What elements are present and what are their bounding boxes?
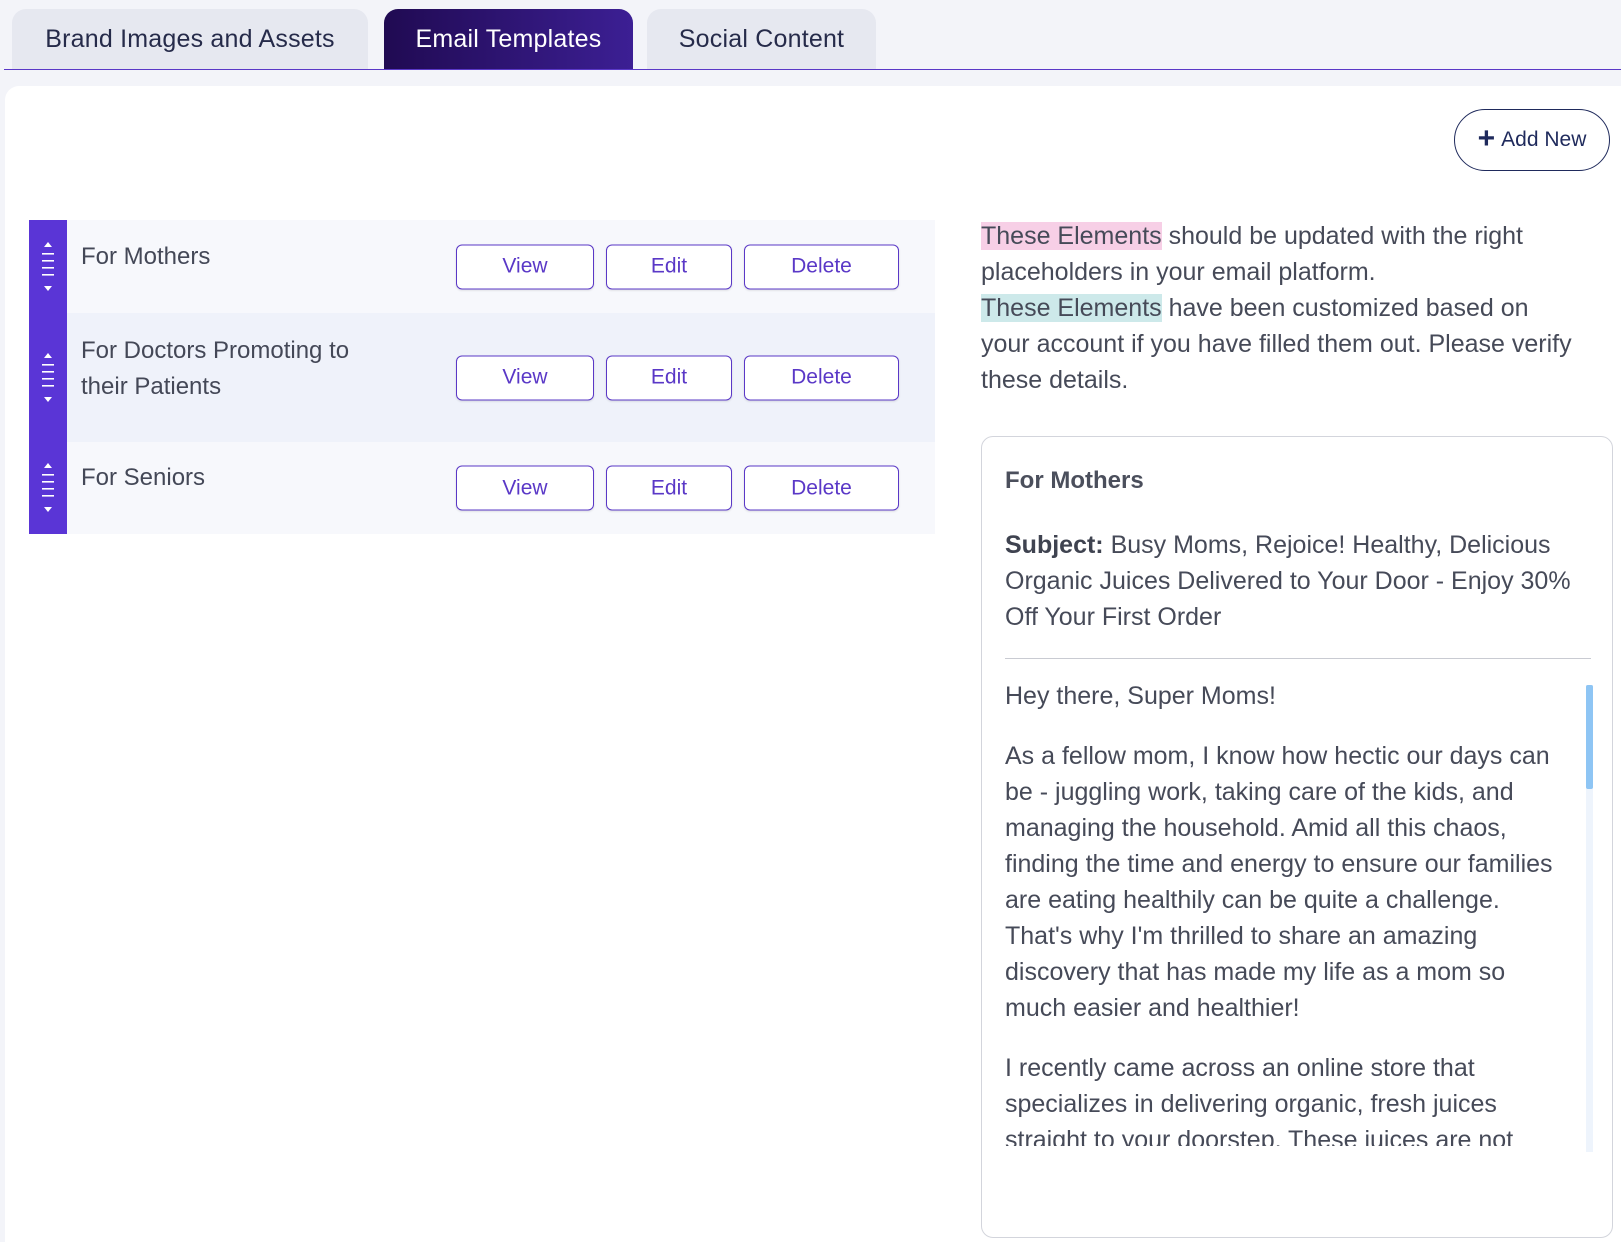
preview-subject: Subject: Busy Moms, Rejoice! Healthy, De… — [1005, 527, 1580, 635]
template-title: For Mothers — [81, 243, 211, 270]
drag-handle-icon[interactable] — [29, 313, 67, 442]
edit-button[interactable]: Edit — [606, 244, 732, 289]
body-paragraph: Hey there, Super Moms! — [1005, 682, 1276, 710]
tab-email-templates[interactable]: Email Templates — [384, 9, 633, 69]
template-list: For Mothers View Edit Delete For Doctors… — [29, 220, 935, 534]
edit-button[interactable]: Edit — [606, 465, 732, 511]
tab-bar: Brand Images and Assets Email Templates … — [4, 0, 1621, 70]
template-row: For Mothers View Edit Delete — [29, 220, 935, 313]
template-title: For Seniors — [81, 464, 206, 491]
preview-title: For Mothers — [1005, 467, 1144, 494]
view-button[interactable]: View — [456, 244, 594, 289]
delete-button[interactable]: Delete — [744, 465, 899, 511]
custom-highlight-sample: These Elements — [981, 294, 1162, 322]
preview-body[interactable]: Hey there, Super Moms! As a fellow mom, … — [1005, 678, 1570, 1146]
add-new-label: Add New — [1501, 128, 1587, 151]
body-paragraph: I recently came across an online store t… — [1005, 1054, 1514, 1146]
tab-social-content[interactable]: Social Content — [647, 9, 876, 69]
add-new-button[interactable]: + Add New — [1454, 109, 1610, 171]
template-title: For Doctors Promoting to their Patients — [81, 337, 350, 400]
template-row: For Seniors View Edit Delete — [29, 442, 935, 534]
highlight-legend: These Elements should be updated with th… — [981, 218, 1581, 398]
preview-scrollbar[interactable] — [1586, 685, 1593, 1152]
delete-button[interactable]: Delete — [744, 244, 899, 289]
plus-icon: + — [1477, 121, 1496, 155]
email-preview-card: For Mothers Subject: Busy Moms, Rejoice!… — [981, 436, 1613, 1238]
delete-button[interactable]: Delete — [744, 355, 899, 400]
template-row: For Doctors Promoting to their Patients … — [29, 313, 935, 442]
view-button[interactable]: View — [456, 355, 594, 400]
placeholder-highlight-sample: These Elements — [981, 222, 1162, 250]
divider — [1005, 658, 1591, 659]
drag-handle-icon[interactable] — [29, 442, 67, 534]
tab-brand-images[interactable]: Brand Images and Assets — [12, 9, 368, 69]
subject-label: Subject: — [1005, 531, 1104, 559]
drag-handle-icon[interactable] — [29, 220, 67, 313]
email-templates-panel: + Add New For Mothers View Edit Delete F… — [5, 86, 1621, 1242]
view-button[interactable]: View — [456, 465, 594, 511]
edit-button[interactable]: Edit — [606, 355, 732, 400]
scrollbar-thumb[interactable] — [1586, 685, 1593, 789]
body-paragraph: As a fellow mom, I know how hectic our d… — [1005, 742, 1553, 1022]
